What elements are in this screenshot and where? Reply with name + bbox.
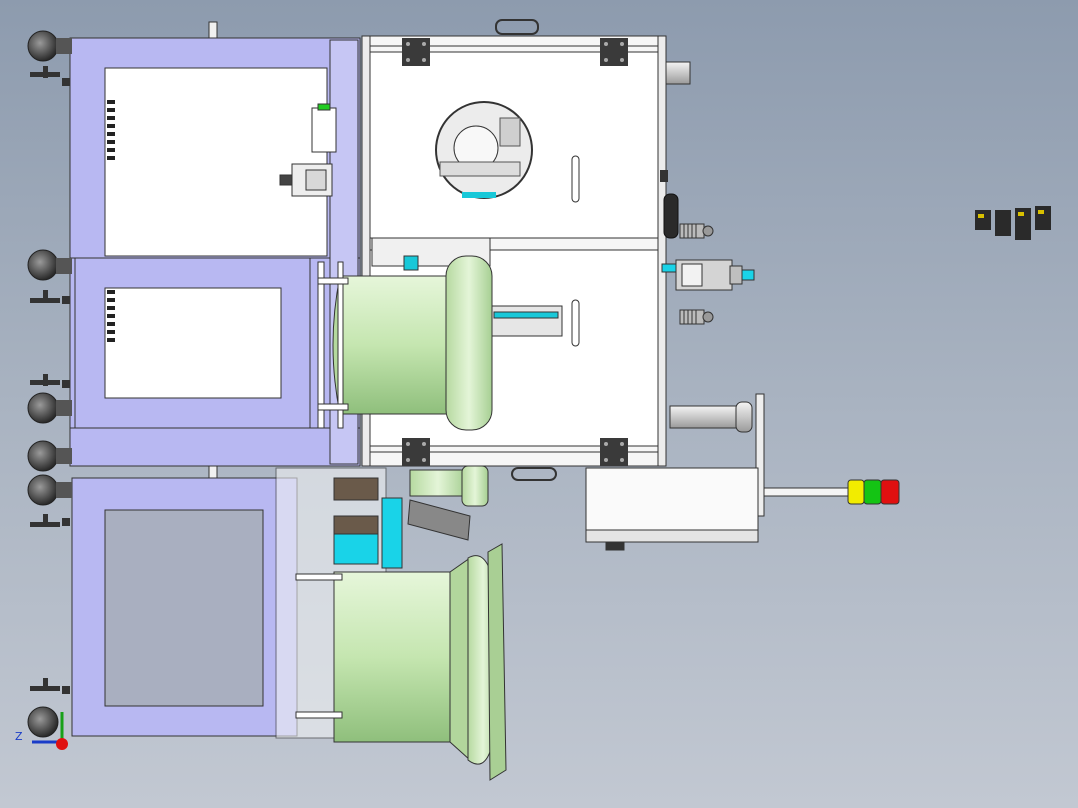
middle-window-panel (104, 287, 282, 399)
pneumatic-valve (661, 259, 755, 291)
handle (495, 19, 539, 35)
upper-window-panel (104, 67, 328, 257)
triad-z-label: Z (15, 730, 23, 743)
handle (511, 467, 557, 481)
triad-origin (56, 738, 68, 750)
lower-frame (71, 477, 298, 737)
cabinet-rail (657, 35, 667, 467)
caster-wheel (27, 706, 59, 738)
caster-wheel (27, 474, 72, 506)
cad-viewport[interactable]: Z (0, 0, 1078, 808)
side-stud (665, 61, 691, 85)
machine-model-drawing[interactable] (0, 0, 1078, 808)
inspection-window (435, 101, 533, 199)
electrical-box (585, 467, 759, 551)
leveling-feet (30, 66, 70, 694)
caster-wheel (27, 440, 72, 472)
signal-tower (763, 479, 900, 505)
lifting-eye (208, 21, 218, 39)
signal-tower-pole (763, 487, 849, 497)
caster-wheel (27, 30, 72, 62)
signal-lamp-yellow (847, 479, 865, 505)
upper-frame (69, 21, 361, 483)
detached-parts (975, 206, 1051, 240)
signal-lamp-green (863, 479, 882, 505)
caster-wheel (27, 392, 72, 424)
spring-plunger (679, 309, 714, 325)
spring-plunger (679, 223, 714, 239)
lower-window-opening (104, 509, 264, 707)
caster-wheel (27, 249, 72, 281)
signal-lamp-red (880, 479, 900, 505)
upper-feeder-bowl (317, 255, 493, 431)
